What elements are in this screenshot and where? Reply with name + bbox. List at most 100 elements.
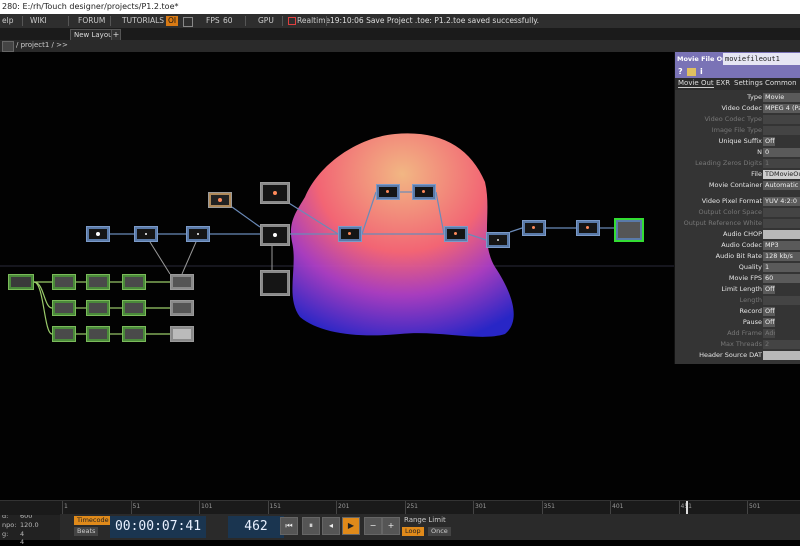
param-value[interactable] [763, 230, 800, 239]
playhead[interactable] [686, 501, 688, 515]
chop-node[interactable] [52, 300, 76, 316]
top-node[interactable] [444, 226, 468, 242]
chop-node[interactable] [122, 274, 146, 290]
top-node-composite[interactable] [260, 182, 290, 204]
param-value[interactable] [763, 115, 800, 124]
chop-node-output[interactable] [170, 274, 194, 290]
menu-wiki[interactable]: WIKI [30, 16, 47, 26]
chop-node[interactable] [122, 326, 146, 342]
rewind-icon[interactable]: ⏮ [280, 517, 298, 535]
play-icon[interactable]: ▶ [342, 517, 360, 535]
param-value[interactable]: MPEG 4 (Par [763, 104, 800, 113]
param-value[interactable]: 1 [763, 263, 800, 272]
param-value[interactable]: Off [763, 137, 775, 146]
realtime-checkbox[interactable] [288, 17, 296, 25]
param-row: TypeMovie [675, 92, 800, 103]
param-label: Movie FPS [729, 274, 762, 282]
tab-movie-out[interactable]: Movie Out [678, 79, 714, 88]
top-node[interactable] [376, 184, 400, 200]
param-value[interactable]: Add [763, 329, 775, 338]
menu-forum[interactable]: FORUM [78, 16, 105, 26]
timecode-display[interactable]: 00:00:07:41 [110, 516, 206, 538]
param-value[interactable]: YUV 4:2:0 [763, 197, 800, 206]
param-value[interactable]: MP3 [763, 241, 800, 250]
tab-settings[interactable]: Settings [734, 79, 763, 87]
range-limit-label: Range Limit [404, 516, 446, 524]
moviefileout-node[interactable] [614, 218, 644, 242]
param-value[interactable] [763, 219, 800, 228]
step-forward-frame-icon[interactable]: + [382, 517, 400, 535]
param-value[interactable] [763, 351, 800, 360]
top-node[interactable] [186, 226, 210, 242]
param-row: Audio CHOP [675, 229, 800, 240]
param-value[interactable]: Automatic [763, 181, 800, 190]
operator-name-field[interactable]: moviefileout1 [723, 53, 800, 65]
chop-node[interactable] [86, 300, 110, 316]
param-value[interactable]: 60 [763, 274, 800, 283]
oi-badge[interactable]: OI [166, 16, 178, 26]
python-icon[interactable] [687, 68, 696, 76]
top-node[interactable] [576, 220, 600, 236]
param-row: FileTDMovieOut [675, 169, 800, 180]
param-value[interactable]: 0 [763, 148, 800, 157]
menu-separator [245, 16, 246, 26]
timeline-ruler[interactable]: 151101151201251301351401451501 [0, 500, 800, 515]
top-node-render[interactable] [260, 224, 290, 246]
param-label: Max Threads [720, 340, 762, 348]
param-label: Limit Length [721, 285, 762, 293]
tab-common[interactable]: Common [765, 79, 797, 87]
menu-help[interactable]: elp [2, 16, 13, 26]
time-info-value: 120.0 [20, 521, 39, 529]
param-value[interactable]: Off [763, 307, 775, 316]
top-node[interactable] [338, 226, 362, 242]
param-value[interactable]: 128 kb/s [763, 252, 800, 261]
param-value[interactable]: 2 [763, 340, 800, 349]
top-node-source[interactable] [86, 226, 110, 242]
param-value[interactable] [763, 208, 800, 217]
top-node-geometry-viewer[interactable] [260, 270, 290, 296]
gpu-label[interactable]: GPU [258, 16, 274, 26]
top-node[interactable] [522, 220, 546, 236]
step-back-icon[interactable]: ◂ [322, 517, 340, 535]
menu-tutorials[interactable]: TUTORIALS [122, 16, 164, 26]
help-icon[interactable]: ? [678, 67, 683, 76]
param-label: Quality [739, 263, 762, 271]
top-node-noise[interactable] [208, 192, 232, 208]
param-value[interactable] [763, 126, 800, 135]
top-node[interactable] [412, 184, 436, 200]
timeline-tick-label: 251 [407, 503, 418, 510]
timeline-tick-line [268, 501, 269, 515]
step-back-frame-icon[interactable]: − [364, 517, 382, 535]
top-node[interactable] [486, 232, 510, 248]
oi-toggle-box[interactable] [183, 17, 193, 27]
chop-node[interactable] [52, 274, 76, 290]
chop-node[interactable] [52, 326, 76, 342]
tab-exr[interactable]: EXR [716, 79, 730, 87]
param-value[interactable]: TDMovieOut [763, 170, 800, 179]
beats-mode-button[interactable]: Beats [74, 527, 98, 536]
frame-display[interactable]: 462 [228, 516, 284, 538]
param-row: Audio CodecMP3 [675, 240, 800, 251]
chop-node-source[interactable] [8, 274, 34, 290]
param-row: N0 [675, 147, 800, 158]
top-node[interactable] [134, 226, 158, 242]
loop-button[interactable]: Loop [402, 527, 424, 536]
chop-node[interactable] [86, 274, 110, 290]
param-label: Unique Suffix [719, 137, 762, 145]
chop-node[interactable] [86, 326, 110, 342]
time-info-row: npo:120.0 [2, 521, 16, 529]
once-button[interactable]: Once [428, 527, 451, 536]
param-value[interactable]: Off [763, 318, 775, 327]
network-path[interactable]: / project1 / >> [16, 41, 68, 49]
chop-node[interactable] [122, 300, 146, 316]
chop-node-output[interactable] [170, 300, 194, 316]
network-menu-icon[interactable] [2, 41, 14, 52]
chop-node-output[interactable] [170, 326, 194, 342]
param-value[interactable]: Movie [763, 93, 800, 102]
param-value[interactable]: 1 [763, 159, 800, 168]
param-value[interactable]: Off [763, 285, 775, 294]
pause-icon[interactable]: ⏸ [302, 517, 320, 535]
timecode-mode-button[interactable]: Timecode [74, 516, 112, 525]
info-icon[interactable]: i [700, 67, 703, 76]
param-value[interactable] [763, 296, 800, 305]
